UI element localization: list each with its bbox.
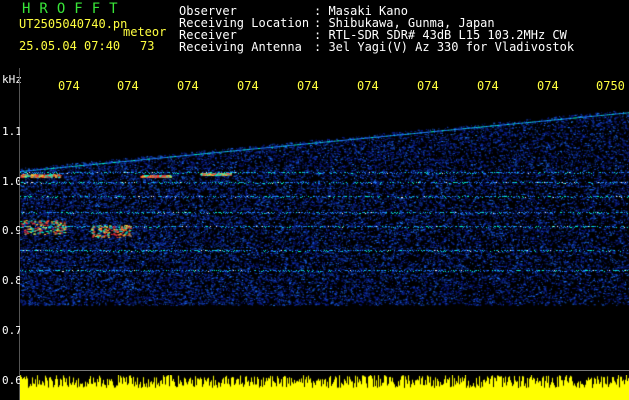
file-name: UT2505040740.pn: [19, 17, 128, 31]
datetime: 25.05.04 07:40: [19, 39, 121, 53]
y-label-1.1: 1.1: [2, 125, 22, 138]
antenna-label: Receiving Antenna: [179, 40, 302, 54]
y-label-0.7: 0.7: [2, 324, 22, 337]
time-label: 074: [537, 79, 559, 93]
time-label: 074: [177, 79, 199, 93]
time-label: 074: [357, 79, 379, 93]
meteor-count: 73: [140, 39, 155, 53]
mode-label: meteor: [123, 25, 167, 39]
time-label: 074: [477, 79, 499, 93]
antenna-value: : 3el Yagi(V) Az 330 for Vladivostok: [314, 40, 575, 54]
time-label: 0750: [596, 79, 625, 93]
time-label: 074: [297, 79, 319, 93]
y-label-1.0: 1.0: [2, 175, 22, 188]
power-strip: [20, 375, 629, 400]
y-label-0.9: 0.9: [2, 224, 22, 237]
y-label-0.8: 0.8: [2, 274, 22, 287]
y-label-0.6: 0.6: [2, 374, 22, 387]
time-label: 074: [417, 79, 439, 93]
time-label: 074: [58, 79, 80, 93]
time-label: 074: [117, 79, 139, 93]
separator-line: [20, 370, 629, 371]
app-title: HROFFT: [22, 1, 127, 17]
time-label: 074: [237, 79, 259, 93]
spectrogram: [20, 100, 629, 375]
